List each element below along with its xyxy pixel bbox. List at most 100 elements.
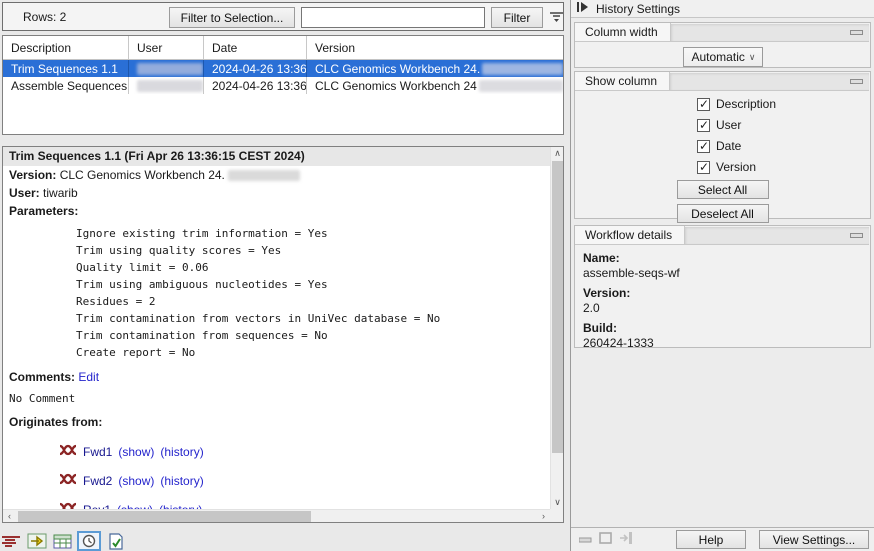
horizontal-scroll-thumb[interactable] [18, 511, 311, 522]
parameter-line: Ignore existing trim information = Yes [3, 225, 550, 242]
cell-user [129, 77, 204, 94]
rows-count-label: Rows: 2 [23, 10, 66, 24]
table-row[interactable]: Trim Sequences 1.1 2024-04-26 13:36 CLC … [3, 60, 563, 77]
filter-to-selection-button[interactable]: Filter to Selection... [169, 7, 295, 28]
workflow-details-section: Workflow details Name: assemble-seqs-wf … [574, 225, 871, 348]
workflow-view-icon[interactable] [27, 532, 47, 550]
show-column-section: Show column Description User Date Versio… [574, 71, 871, 219]
version-value: CLC Genomics Workbench 24. [60, 168, 225, 182]
section-header: Workflow details [575, 226, 870, 245]
origin-item: Fwd2 (show) (history) [3, 472, 550, 489]
help-button[interactable]: Help [676, 530, 746, 549]
version-label: Version: [9, 168, 56, 182]
column-header-description[interactable]: Description [3, 36, 129, 59]
checkbox-user[interactable] [697, 119, 710, 132]
collapse-all-icon[interactable] [579, 533, 592, 547]
filter-button[interactable]: Filter [491, 7, 543, 28]
parameter-line: Create report = No [3, 344, 550, 361]
user-label: User: [9, 186, 40, 200]
section-header: Column width [575, 23, 870, 42]
checkbox-label: User [716, 118, 741, 132]
vertical-scroll-thumb[interactable] [552, 161, 563, 453]
origin-show-link[interactable]: (show) [118, 445, 154, 459]
filter-input[interactable] [301, 7, 485, 28]
scroll-down-icon[interactable]: ∨ [551, 496, 564, 509]
table-view-icon[interactable] [52, 532, 72, 550]
scroll-right-icon[interactable]: › [537, 510, 550, 523]
history-view: Rows: 2 Filter to Selection... Filter De… [0, 0, 874, 551]
parameters-label: Parameters: [9, 204, 78, 218]
user-value: tiwarib [43, 186, 78, 200]
column-width-dropdown[interactable]: Automatic ∨ [683, 47, 763, 67]
cell-user [129, 60, 204, 77]
origin-history-link[interactable]: (history) [160, 474, 203, 488]
origin-item: Rev1 (show) (history) [3, 501, 550, 509]
history-detail-panel: Trim Sequences 1.1 (Fri Apr 26 13:36:15 … [2, 146, 564, 523]
sequence-icon [59, 502, 77, 509]
checkbox-description[interactable] [697, 98, 710, 111]
minimize-section-icon[interactable] [850, 233, 863, 238]
detail-content: Trim Sequences 1.1 (Fri Apr 26 13:36:15 … [3, 147, 550, 509]
cell-date: 2024-04-26 13:36 [204, 77, 307, 94]
sidebar-bottom-bar: Help View Settings... [571, 527, 874, 551]
column-width-section: Column width Automatic ∨ [574, 22, 871, 68]
cell-version: CLC Genomics Workbench 24 [307, 77, 563, 94]
settings-sidebar: History Settings Column width Automatic … [570, 0, 874, 551]
column-header-version[interactable]: Version [307, 36, 563, 59]
originates-from-label: Originates from: [9, 415, 102, 429]
origin-history-link[interactable]: (history) [160, 445, 203, 459]
view-settings-button[interactable]: View Settings... [759, 530, 869, 549]
scroll-left-icon[interactable]: ‹ [3, 510, 16, 523]
select-all-button[interactable]: Select All [677, 180, 769, 199]
workflow-build-value: 260424-1333 [583, 336, 870, 351]
filter-bar: Rows: 2 Filter to Selection... Filter [2, 2, 564, 31]
show-column-option: User [697, 117, 870, 133]
workflow-name-value: assemble-seqs-wf [583, 266, 870, 281]
show-column-option: Date [697, 138, 870, 154]
table-row[interactable]: Assemble Sequences 2024-04-26 13:36 CLC … [3, 77, 563, 94]
version-text: CLC Genomics Workbench 24 [315, 79, 477, 93]
redacted-version-suffix [228, 170, 300, 181]
sequence-icon [59, 473, 77, 488]
element-info-view-icon[interactable] [106, 532, 126, 550]
origin-show-link[interactable]: (show) [118, 474, 154, 488]
edit-comments-link[interactable]: Edit [78, 370, 99, 384]
show-column-option: Description [697, 96, 870, 112]
sequence-icon [59, 444, 77, 459]
origin-name: Fwd2 [83, 474, 112, 488]
section-header-strip [671, 24, 869, 42]
parameter-line: Trim using quality scores = Yes [3, 242, 550, 259]
dropdown-value: Automatic [692, 50, 745, 64]
parameter-line: Residues = 2 [3, 293, 550, 310]
dock-panel-icon[interactable] [619, 532, 633, 547]
scroll-up-icon[interactable]: ∧ [551, 147, 564, 160]
graph-view-icon[interactable] [2, 532, 22, 550]
redacted-version-suffix [482, 63, 563, 75]
filter-funnel-icon[interactable] [549, 10, 564, 25]
checkbox-version[interactable] [697, 161, 710, 174]
minimize-section-icon[interactable] [850, 79, 863, 84]
no-comment-text: No Comment [3, 390, 550, 408]
cell-description: Trim Sequences 1.1 [3, 60, 129, 77]
checkbox-date[interactable] [697, 140, 710, 153]
collapse-arrow-icon[interactable] [577, 1, 589, 16]
redacted-user-value [137, 80, 203, 92]
parameter-line: Quality limit = 0.06 [3, 259, 550, 276]
column-header-date[interactable]: Date [204, 36, 307, 59]
checkbox-label: Description [716, 97, 776, 111]
cell-version: CLC Genomics Workbench 24. [307, 60, 563, 77]
minimize-section-icon[interactable] [850, 30, 863, 35]
history-view-icon[interactable] [77, 531, 101, 551]
checkbox-label: Date [716, 139, 741, 153]
section-body: Name: assemble-seqs-wf Version: 2.0 Buil… [575, 245, 870, 351]
sidebar-title: History Settings [596, 2, 680, 16]
parameter-line: Trim contamination from vectors in UniVe… [3, 310, 550, 327]
version-text: CLC Genomics Workbench 24. [315, 62, 480, 76]
expand-box-icon[interactable] [599, 532, 612, 547]
deselect-all-button[interactable]: Deselect All [677, 204, 769, 223]
comments-label: Comments: [9, 370, 75, 384]
horizontal-scrollbar: ‹ › [3, 509, 550, 522]
section-title: Column width [575, 23, 671, 42]
column-header-user[interactable]: User [129, 36, 204, 59]
workflow-name-label: Name: [583, 251, 870, 266]
